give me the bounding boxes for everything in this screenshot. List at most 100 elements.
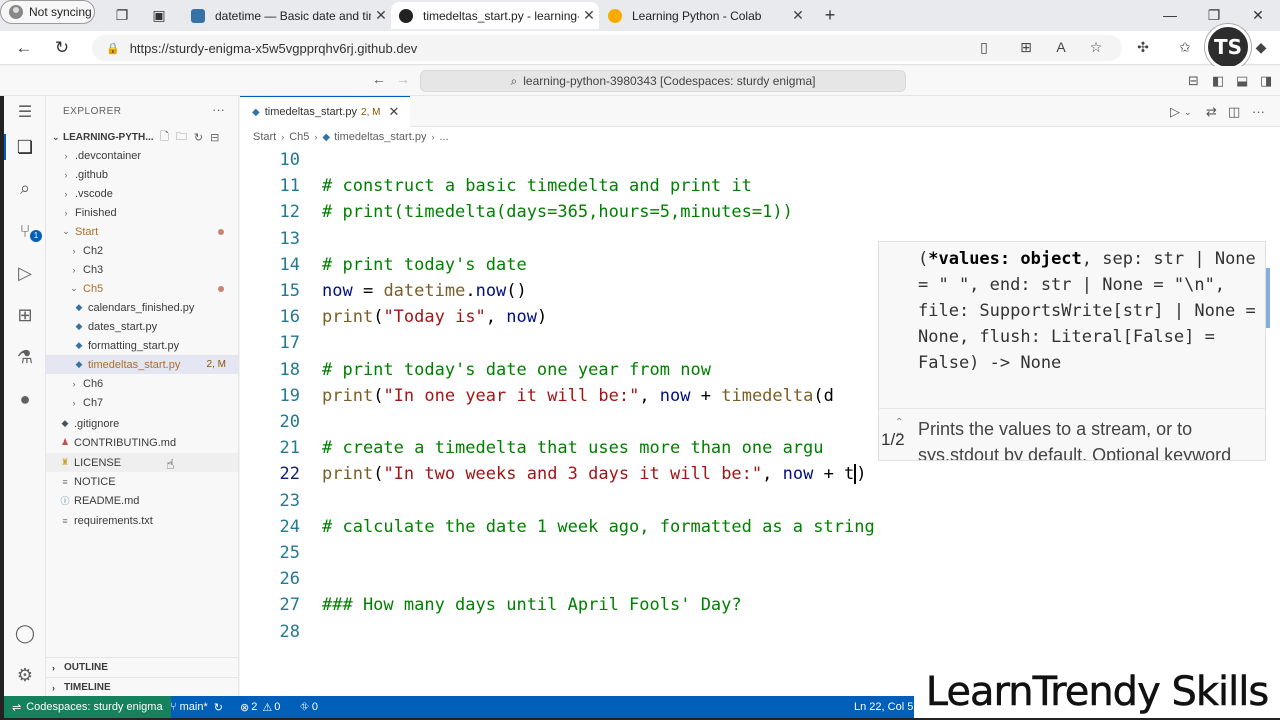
browser-tab-python-docs[interactable]: datetime — Basic date and time t ✕ [183, 2, 391, 29]
split-editor-icon[interactable]: ◫ [1228, 104, 1240, 120]
back-icon[interactable]: ← [14, 38, 34, 58]
command-center[interactable]: ⌕ learning-python-3980343 [Codespaces: s… [420, 70, 906, 92]
tree-item-dates-start[interactable]: ◆ dates_start.py [46, 317, 238, 336]
github-icon[interactable]: ● [14, 388, 36, 410]
new-folder-icon[interactable]: 🗀 [176, 128, 187, 147]
line-number: 27 [279, 595, 300, 616]
outline-section[interactable]: › OUTLINE [46, 657, 238, 677]
refresh-icon[interactable]: ↻ [52, 38, 72, 58]
tree-item-start[interactable]: ⌄ Start [46, 222, 238, 241]
browser-tab-colab[interactable]: Learning Python - Colab ✕ [600, 2, 808, 29]
tree-item-requirements[interactable]: ≡ requirements.txt [46, 511, 238, 530]
read-aloud-icon[interactable]: A [1052, 39, 1070, 55]
toggle-secondary-sidebar-icon[interactable]: ◨ [1260, 73, 1272, 89]
tree-item-github[interactable]: › .github [46, 165, 238, 184]
extensions-icon[interactable]: ⊞ [14, 304, 36, 326]
tree-item-vscode[interactable]: › .vscode [46, 184, 238, 203]
tree-item-contributing[interactable]: ♟ CONTRIBUTING.md [46, 433, 238, 452]
layout-customize-icon[interactable]: ⊟ [1188, 73, 1199, 89]
explorer-icon[interactable]: ❏ [14, 136, 36, 158]
breadcrumb-item[interactable]: Ch5 [289, 131, 309, 143]
tree-item-formatting-start[interactable]: ◆ formatting_start.py [46, 336, 238, 355]
code-line[interactable]: 11 # construct a basic timedelta and prin… [240, 173, 1280, 199]
tree-item-ch3[interactable]: › Ch3 [46, 260, 238, 279]
menu-icon[interactable]: ☰ [14, 102, 36, 124]
profile-button[interactable]: Not syncing [0, 0, 95, 24]
code-line[interactable]: 27 ### How many days until April Fools' D… [240, 592, 1280, 618]
popup-scrollbar[interactable] [1266, 268, 1270, 328]
close-tab-icon[interactable]: ✕ [788, 7, 808, 24]
tree-item-label: calendars_finished.py [88, 301, 195, 314]
code-line[interactable]: 10 [240, 147, 1280, 173]
editor-tab-timedeltas[interactable]: ◆ timedeltas_start.py 2, M ✕ [240, 96, 410, 127]
extensions-icon[interactable]: ✣ [1134, 39, 1152, 56]
code-line[interactable]: 26 [240, 566, 1280, 592]
breadcrumb-item[interactable]: timedeltas_start.py [334, 131, 426, 143]
close-tab-icon[interactable]: ✕ [371, 7, 391, 24]
favorites-icon[interactable]: ✩ [1176, 39, 1194, 56]
tree-item-ch2[interactable]: › Ch2 [46, 241, 238, 260]
tree-item-calendars-finished[interactable]: ◆ calendars_finished.py [46, 298, 238, 317]
tree-item-timedeltas-start[interactable]: ◆ timedeltas_start.py 2, M [46, 355, 238, 374]
search-icon[interactable]: ⌕ [14, 177, 36, 199]
copilot-icon[interactable]: ◆ [1252, 39, 1270, 56]
timeline-section[interactable]: › TIMELINE [46, 677, 238, 697]
tree-item-gitignore[interactable]: ◆ .gitignore [46, 414, 238, 433]
url-field[interactable]: 🔒 https://sturdy-enigma-x5w5vgpprqhv6rj.… [92, 35, 1122, 61]
vscode-forward-icon[interactable]: → [396, 71, 410, 87]
reader-icon[interactable]: ▯ [975, 39, 993, 56]
remote-indicator[interactable]: ⇌ Codespaces: sturdy enigma [4, 696, 171, 718]
settings-gear-icon[interactable]: ⚙ [14, 664, 36, 686]
tree-item-finished[interactable]: › Finished [46, 203, 238, 222]
collapse-all-icon[interactable]: ⊟ [210, 131, 219, 144]
ports-indicator[interactable]: ⛗ 0 [300, 696, 318, 718]
tree-item-ch5[interactable]: ⌄ Ch5 [46, 279, 238, 298]
code-line[interactable]: 22 print("In two weeks and 3 days it will… [240, 461, 1280, 487]
breadcrumb-item[interactable]: ... [439, 131, 448, 143]
accounts-icon[interactable]: ◯ [14, 622, 36, 644]
new-file-icon[interactable]: 🗋 [160, 128, 169, 147]
tree-item-license[interactable]: ♜ LICENSE [46, 453, 238, 472]
close-window-icon[interactable]: ✕ [1236, 0, 1280, 31]
user-avatar[interactable]: TS [1205, 24, 1251, 70]
minimize-icon[interactable]: — [1148, 0, 1192, 31]
tab-actions-icon[interactable]: ▣ [151, 7, 167, 23]
refresh-explorer-icon[interactable]: ↻ [194, 131, 203, 144]
tree-item-notice[interactable]: ≡ NOTICE [46, 472, 238, 491]
code-line[interactable]: 24 # calculate the date 1 week ago, forma… [240, 514, 1280, 540]
lock-icon: 🔒 [106, 42, 120, 55]
close-tab-icon[interactable]: ✕ [579, 7, 599, 24]
tree-item-ch6[interactable]: › Ch6 [46, 374, 238, 393]
explorer-sidebar: EXPLORER ··· ⌄ LEARNING-PYTH... 🗋 🗀 ↻ ⊟ … [46, 96, 239, 696]
toggle-panel-icon[interactable]: ⬓ [1236, 73, 1248, 89]
code-line[interactable]: 12 # print(timedelta(days=365,hours=5,min… [240, 199, 1280, 225]
breadcrumb-item[interactable]: Start [253, 131, 276, 143]
problems-indicator[interactable]: ⊗ 2 ⚠ 0 [240, 696, 280, 718]
code-line[interactable]: 23 [240, 488, 1280, 514]
browser-tab-bar: Not syncing ❐ ▣ datetime — Basic date an… [0, 0, 1280, 31]
run-file-icon[interactable]: ▷ [1170, 104, 1180, 120]
open-changes-icon[interactable]: ⇄ [1206, 104, 1217, 120]
close-editor-icon[interactable]: ✕ [388, 104, 399, 120]
sync-icon[interactable]: ↻ [214, 701, 223, 714]
cursor-position[interactable]: Ln 22, Col 52 [854, 696, 919, 718]
testing-icon[interactable]: ⚗ [14, 346, 36, 368]
run-dropdown-icon[interactable]: ⌄ [1184, 107, 1192, 118]
editor-more-icon[interactable]: ··· [1252, 104, 1265, 119]
code-line[interactable]: 28 [240, 619, 1280, 645]
tree-item-ch7[interactable]: › Ch7 [46, 393, 238, 412]
browser-tab-codespace[interactable]: timedeltas_start.py - learning-pyt ✕ [391, 2, 599, 29]
code-line[interactable]: 25 [240, 540, 1280, 566]
tree-item-readme[interactable]: ⓘ README.md [46, 491, 238, 510]
tree-item-devcontainer[interactable]: › .devcontainer [46, 146, 238, 165]
more-actions-icon[interactable]: ··· [212, 102, 225, 117]
favorite-icon[interactable]: ☆ [1087, 39, 1105, 56]
run-debug-icon[interactable]: ▷ [14, 262, 36, 284]
apps-icon[interactable]: ⊞ [1017, 39, 1035, 56]
toggle-sidebar-icon[interactable]: ◧ [1212, 73, 1224, 89]
workspace-root[interactable]: ⌄ LEARNING-PYTH... 🗋 🗀 ↻ ⊟ [52, 128, 237, 146]
branch-indicator[interactable]: ⑂ main* ↻ [170, 696, 223, 718]
new-tab-button[interactable]: + [822, 6, 838, 24]
workspaces-icon[interactable]: ❐ [114, 7, 130, 23]
vscode-back-icon[interactable]: ← [372, 71, 386, 87]
